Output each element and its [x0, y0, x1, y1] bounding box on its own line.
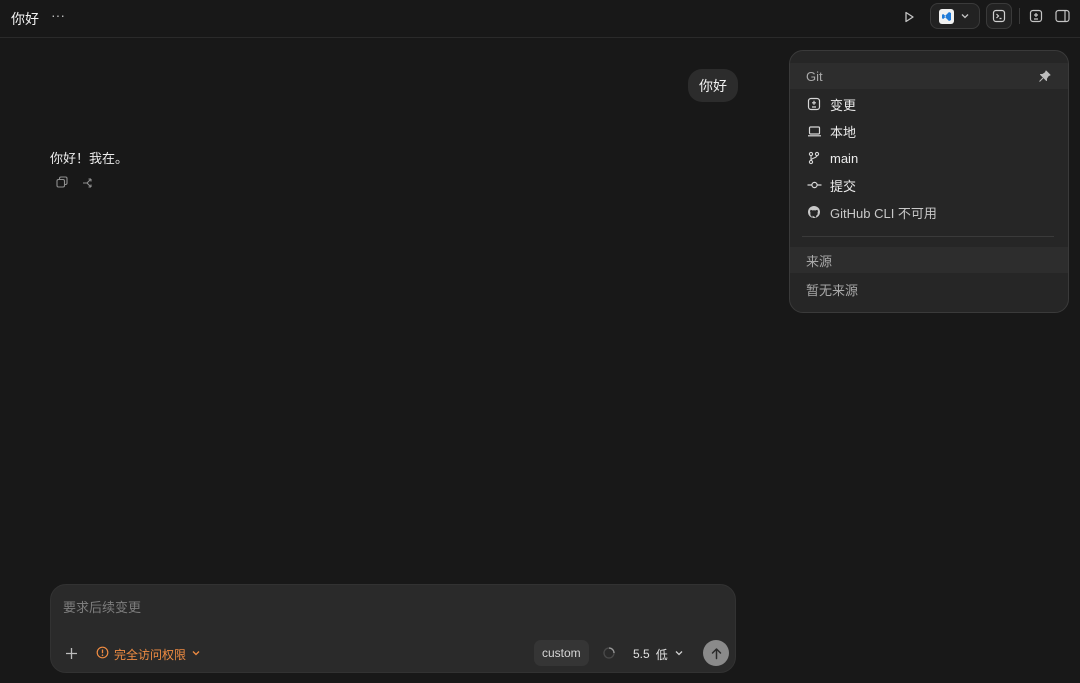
loading-spinner-icon	[602, 646, 616, 660]
access-label: 完全访问权限	[114, 647, 187, 662]
terminal-icon	[992, 9, 1006, 23]
fork-icon[interactable]	[80, 174, 96, 190]
chevron-down-icon	[960, 9, 970, 24]
access-permission-select[interactable]: 完全访问权限	[96, 645, 201, 663]
git-header: Git	[790, 63, 1068, 89]
branch-icon	[806, 150, 822, 166]
vscode-icon	[939, 8, 954, 24]
git-item-commit[interactable]: 提交	[806, 175, 856, 195]
sources-header: 来源	[790, 247, 1068, 273]
model-chip[interactable]: custom	[534, 640, 589, 666]
assistant-message: 你好！我在。	[50, 151, 129, 166]
git-item-changes[interactable]: 变更	[806, 94, 856, 114]
user-message: 你好	[688, 69, 738, 102]
reasoning-effort-select[interactable]: 5.5 低	[633, 645, 684, 663]
chevron-down-icon	[674, 647, 684, 661]
chevron-down-icon	[191, 647, 201, 661]
plus-icon[interactable]	[63, 645, 79, 661]
model-label: custom	[542, 646, 581, 660]
warning-icon	[96, 646, 109, 662]
play-icon[interactable]	[900, 8, 918, 26]
composer: 完全访问权限 custom 5.5 低	[50, 584, 736, 673]
git-item-local[interactable]: 本地	[806, 121, 856, 141]
toolbar-divider	[1019, 8, 1020, 24]
user-message-text: 你好	[699, 77, 727, 94]
git-header-label: Git	[806, 68, 823, 84]
diff-panel-icon[interactable]	[1027, 7, 1045, 25]
git-item-label: 变更	[830, 97, 857, 113]
open-in-editor-select[interactable]	[930, 3, 980, 29]
sources-empty-text: 暂无来源	[806, 283, 859, 298]
sidebar-right-icon[interactable]	[1053, 7, 1071, 25]
terminal-button[interactable]	[986, 3, 1012, 29]
github-icon	[806, 204, 822, 220]
composer-input[interactable]	[61, 597, 661, 617]
git-item-github-cli: GitHub CLI 不可用	[806, 202, 937, 222]
sources-header-label: 来源	[806, 253, 833, 269]
laptop-icon	[806, 123, 822, 139]
git-popover: Git 变更 本地 main 提交 GitHub CLI 不可用 来源 暂无来源	[789, 50, 1069, 313]
effort-label: 低	[655, 647, 668, 662]
pin-icon[interactable]	[1036, 68, 1052, 84]
diff-icon	[806, 96, 822, 112]
git-item-branch[interactable]: main	[806, 148, 858, 168]
commit-icon	[806, 177, 822, 193]
git-divider	[802, 236, 1054, 237]
copy-icon[interactable]	[54, 174, 70, 190]
arrow-up-icon	[711, 647, 721, 659]
top-bar: 你好 ···	[0, 0, 1080, 38]
git-item-label: 提交	[830, 178, 857, 194]
send-button[interactable]	[703, 640, 729, 666]
version-label: 5.5	[633, 647, 650, 661]
ellipsis-icon[interactable]: ···	[50, 8, 66, 24]
git-item-label: main	[830, 150, 859, 166]
git-item-label: GitHub CLI 不可用	[830, 205, 937, 221]
git-item-label: 本地	[830, 124, 857, 140]
page-title: 你好	[11, 11, 39, 27]
